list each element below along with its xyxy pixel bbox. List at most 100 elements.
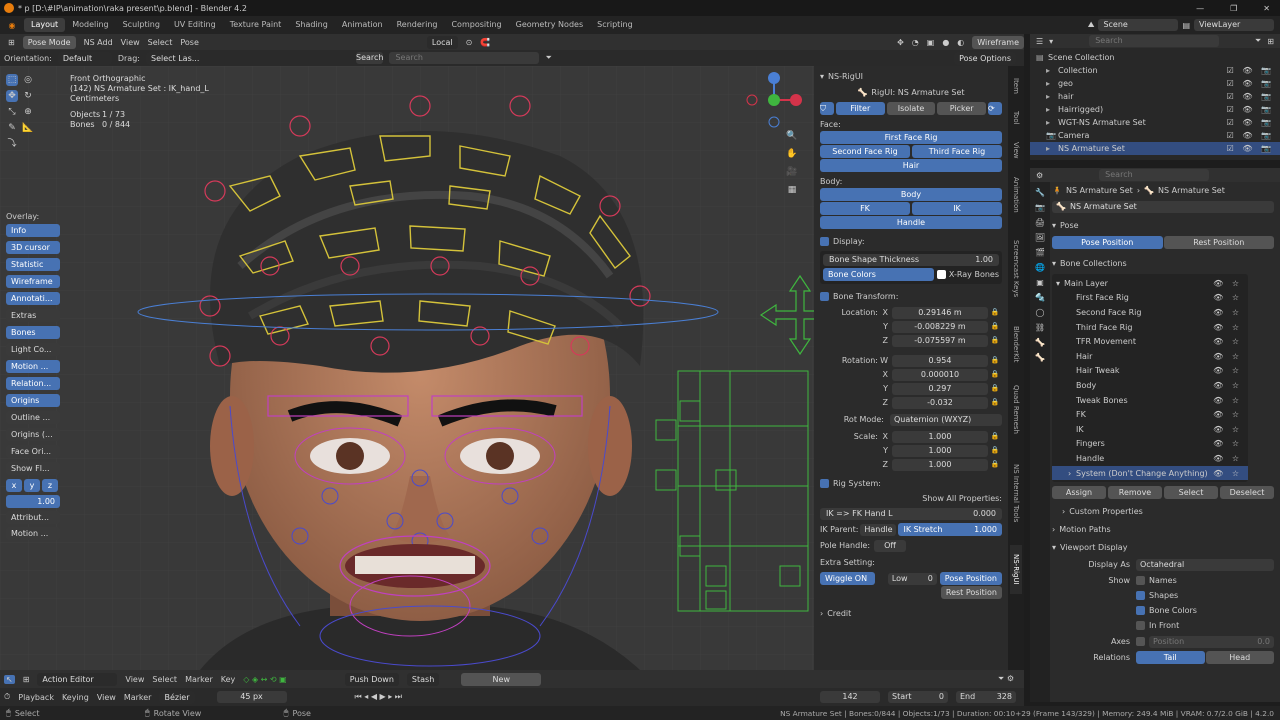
transform-value-field[interactable]: 1.000 (892, 458, 988, 471)
pole-handle-toggle[interactable]: Off (874, 539, 907, 552)
body-button[interactable]: Body (820, 188, 1002, 201)
pose-section[interactable]: Pose (1060, 219, 1079, 232)
action-editor-selector[interactable]: Action Editor (37, 672, 118, 686)
motion-paths-section[interactable]: Motion Paths (1059, 523, 1110, 536)
outliner-item[interactable]: ▸ Collection ☑ 👁 📷 (1030, 64, 1280, 77)
overlay-item-11[interactable]: Outline ... (6, 411, 60, 424)
menu-select[interactable]: Select (148, 38, 173, 47)
lock-icon[interactable]: 🔒 (988, 458, 1002, 471)
tl-menu-marker[interactable]: Marker (124, 693, 152, 702)
frame-step-field[interactable]: 45 px (216, 691, 287, 703)
object-tab-icon[interactable]: ▣ (1036, 278, 1044, 287)
npanel-tab-3[interactable]: Animation (1010, 167, 1022, 222)
workspace-tab-scripting[interactable]: Scripting (590, 18, 640, 32)
visibility-icons[interactable]: ☑ 👁 📷 (1227, 116, 1280, 129)
handle-button[interactable]: Handle (820, 216, 1002, 229)
interpolation-selector[interactable]: Bézier (159, 690, 195, 704)
lock-icon[interactable]: 🔒 (988, 334, 1002, 347)
overlay-motion-extra[interactable]: Motion ... (6, 527, 60, 540)
bone-collections-section[interactable]: Bone Collections (1060, 257, 1127, 270)
workspace-tab-rendering[interactable]: Rendering (390, 18, 445, 32)
xray-checkbox[interactable] (936, 270, 946, 279)
overlay-item-14[interactable]: Show Fl... (6, 462, 60, 475)
overlay-item-7[interactable]: Light Co... (6, 343, 60, 356)
rest-position-button[interactable]: Rest Position (940, 586, 1002, 599)
workspace-tab-compositing[interactable]: Compositing (444, 18, 508, 32)
bone-collection-item[interactable]: Third Face Rig 👁 ☆ (1052, 320, 1248, 335)
properties-editor-icon[interactable]: ⚙ (1036, 171, 1043, 180)
lock-icon[interactable]: 🔒 (988, 320, 1002, 333)
overlay-item-3[interactable]: Wireframe (6, 275, 60, 288)
axis-x-toggle[interactable]: x (6, 479, 22, 492)
shading-material-icon[interactable]: ◐ (957, 38, 964, 47)
workspace-tab-sculpting[interactable]: Sculpting (116, 18, 167, 32)
eye-icon[interactable]: 👁 ☆ (1213, 364, 1248, 377)
first-face-rig-button[interactable]: First Face Rig (820, 131, 1002, 144)
bone-collection-item[interactable]: Second Face Rig 👁 ☆ (1052, 305, 1248, 320)
transform-value-field[interactable]: 0.297 (892, 382, 988, 395)
ae-menu-select[interactable]: Select (152, 675, 177, 684)
outliner-display-icon[interactable]: ▾ (1049, 37, 1053, 46)
overlay-item-4[interactable]: Annotati... (6, 292, 60, 305)
second-face-rig-button[interactable]: Second Face Rig (820, 145, 910, 158)
eye-icon[interactable]: 👁 ☆ (1213, 452, 1248, 465)
ortho-grid-icon[interactable]: ▦ (786, 184, 798, 196)
gizmo-icon[interactable]: ✥ (897, 38, 904, 47)
axes-position-field[interactable]: Position 0.0 (1149, 635, 1274, 648)
tl-menu-playback[interactable]: Playback (18, 693, 54, 702)
filters-icon[interactable]: ⏷ ⚙ (998, 674, 1024, 684)
start-frame-field[interactable]: Start 0 (888, 691, 948, 703)
bone-transform-toggle[interactable] (820, 292, 829, 301)
outliner-filter-icon[interactable]: ⏷ (1255, 36, 1261, 46)
shading-solid-icon[interactable]: ● (942, 38, 949, 47)
viewport-display-section[interactable]: Viewport Display (1060, 541, 1127, 554)
bone-colors-checkbox[interactable] (1136, 606, 1145, 616)
lock-icon[interactable]: 🔒 (988, 444, 1002, 457)
bone-collection-item[interactable]: Tweak Bones 👁 ☆ (1052, 393, 1248, 408)
outliner-editor-icon[interactable]: ☰ (1036, 37, 1043, 46)
overlay-item-5[interactable]: Extras (6, 309, 60, 322)
transform-orientation[interactable]: Local (426, 35, 458, 49)
eye-icon[interactable]: 👁 ☆ (1213, 335, 1248, 348)
bone-collection-item[interactable]: IK 👁 ☆ (1052, 422, 1248, 437)
visibility-icons[interactable]: ☑ 👁 📷 (1227, 77, 1280, 90)
npanel-tab-5[interactable]: BlenderKit (1010, 314, 1022, 374)
transform-value-field[interactable]: 0.954 (892, 354, 988, 367)
menu-ns-add[interactable]: NS Add (84, 38, 113, 47)
properties-search[interactable]: Search (1099, 169, 1210, 181)
npanel-tab-1[interactable]: Tool (1010, 104, 1022, 133)
bone-collection-item[interactable]: Hair Tweak 👁 ☆ (1052, 364, 1248, 379)
workspace-tab-animation[interactable]: Animation (335, 18, 390, 32)
scene-tab-icon[interactable]: 🎬 (1035, 248, 1045, 257)
in-front-checkbox[interactable] (1136, 621, 1145, 631)
scale-icon[interactable]: ⤡ (6, 106, 18, 118)
overlay-item-6[interactable]: Bones (6, 326, 60, 339)
mode-selector[interactable]: Pose Mode (22, 35, 76, 49)
hair-button[interactable]: Hair (820, 159, 1002, 172)
refresh-icon[interactable]: ⟳ (988, 102, 1003, 115)
wireframe-toggle[interactable]: Wireframe (972, 35, 1024, 49)
playback-controls[interactable]: ⏮ ◂ ◀ ▶ ▸ ⏭ (355, 692, 402, 702)
keyframe-icons[interactable]: ◇ ◈ ↔ ⟲ ▣ (243, 675, 286, 684)
overlay-value[interactable]: 1.00 (6, 495, 60, 508)
visibility-icons[interactable]: ☑ 👁 📷 (1227, 129, 1280, 142)
world-tab-icon[interactable]: 🌐 (1035, 263, 1045, 272)
current-frame-field[interactable]: 142 (820, 691, 880, 703)
overlay-item-9[interactable]: Relation... (6, 377, 60, 390)
overlay-item-1[interactable]: 3D cursor (6, 241, 60, 254)
xray-icon[interactable]: ▣ (927, 38, 935, 47)
lock-icon[interactable]: 🔒 (988, 354, 1002, 367)
eye-icon[interactable]: 👁 ☆ (1213, 467, 1248, 480)
transform-value-field[interactable]: -0.032 (892, 396, 988, 409)
eye-icon[interactable]: 👁 ☆ (1213, 321, 1248, 334)
shapes-checkbox[interactable] (1136, 591, 1145, 601)
pan-hand-icon[interactable]: ✋ (786, 148, 798, 160)
modifier-tab-icon[interactable]: 🔩 (1035, 293, 1045, 302)
transform-value-field[interactable]: -0.008229 m (892, 320, 988, 333)
axes-checkbox[interactable] (1136, 637, 1145, 647)
isolate-button[interactable]: Isolate (886, 102, 936, 115)
end-frame-field[interactable]: End 328 (956, 691, 1016, 703)
outliner-item[interactable]: ▤ Scene Collection (1030, 51, 1280, 64)
transform-value-field[interactable]: 0.000010 (892, 368, 988, 381)
transform-icon[interactable]: ⊕ (22, 106, 34, 118)
